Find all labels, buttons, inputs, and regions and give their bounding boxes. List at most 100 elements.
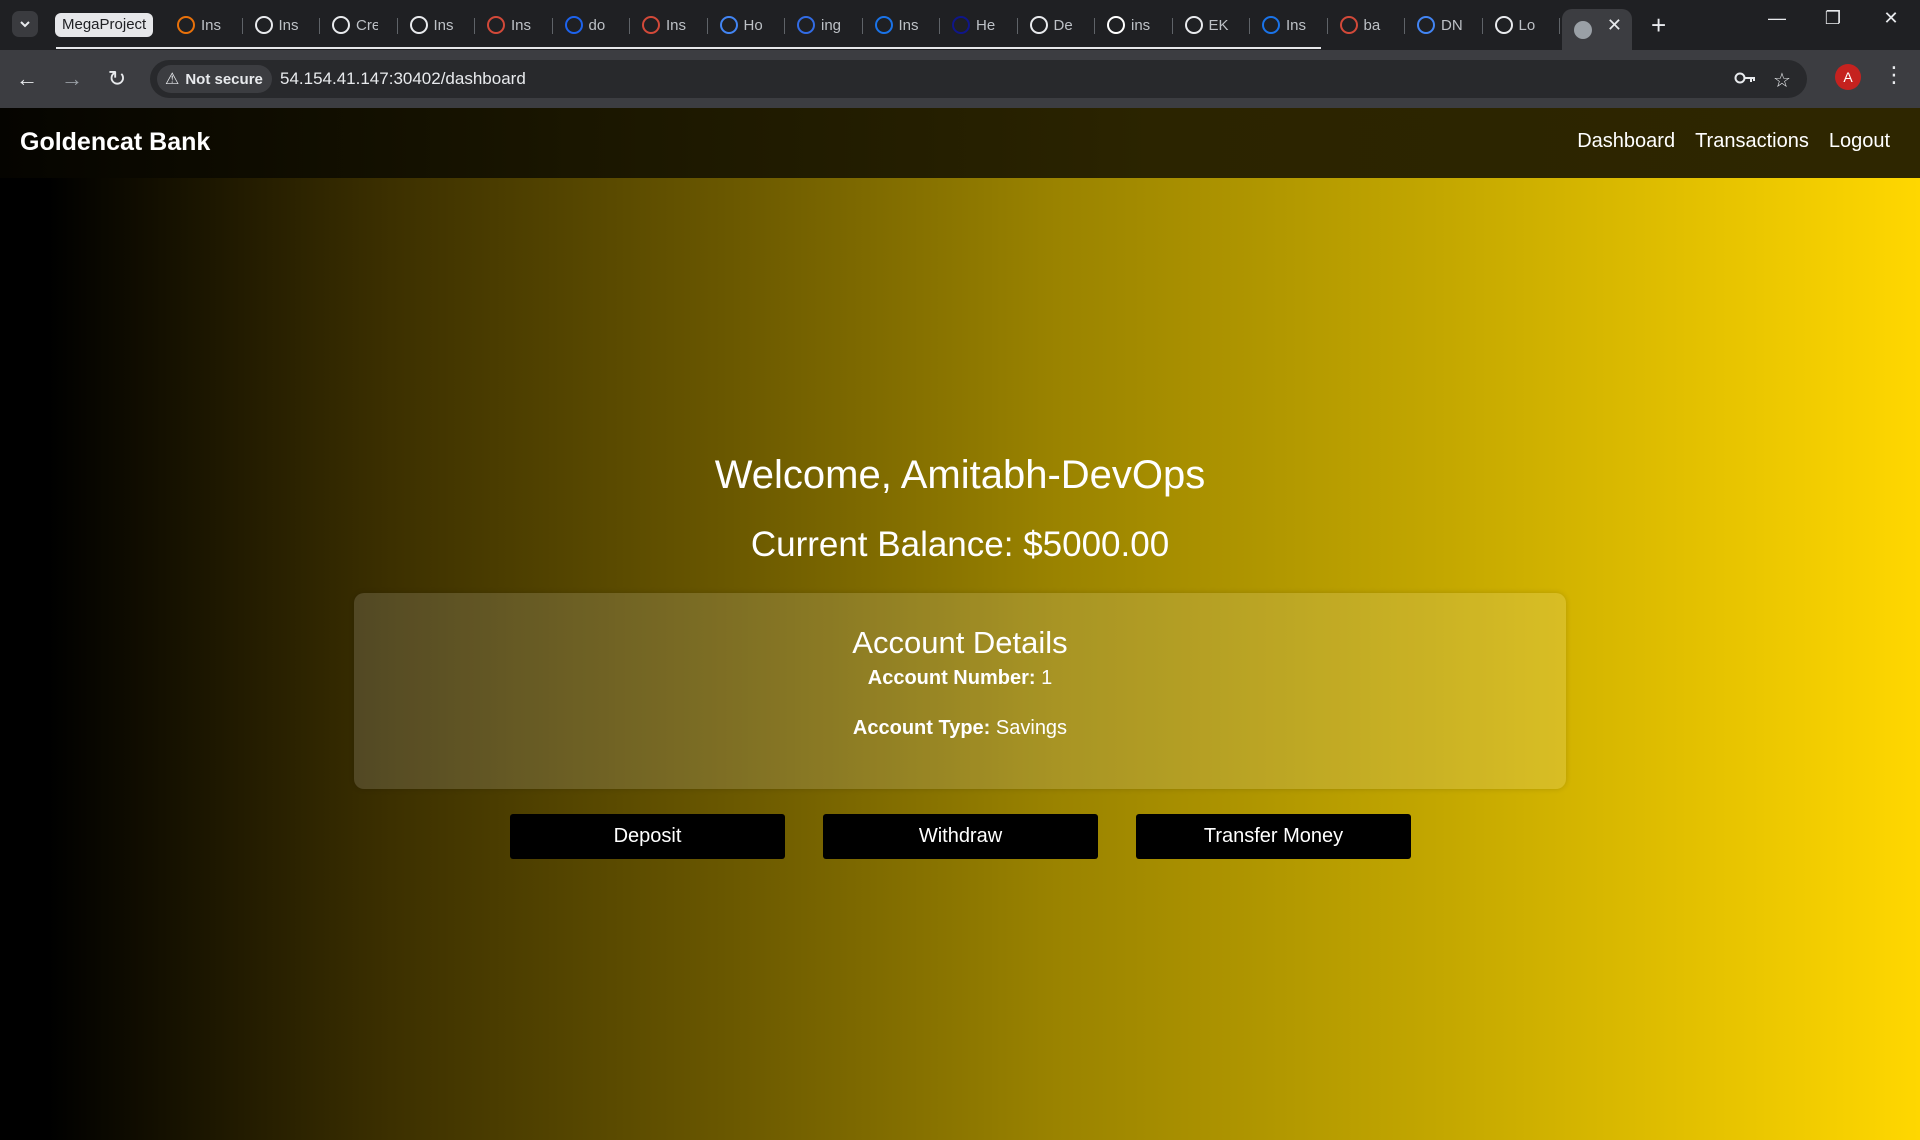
profile-avatar[interactable]: A bbox=[1835, 64, 1861, 90]
transfer-money-button[interactable]: Transfer Money bbox=[1136, 814, 1411, 859]
account-type-label: Account Type: bbox=[852, 717, 991, 739]
browser-tab[interactable]: He bbox=[940, 9, 1018, 41]
account-number-row: Account Number: 1 bbox=[354, 667, 1566, 690]
docker-icon bbox=[564, 16, 583, 34]
browser-tab[interactable]: ing bbox=[785, 9, 863, 41]
deposit-button[interactable]: Deposit bbox=[510, 814, 785, 859]
jenkins-icon bbox=[642, 16, 660, 34]
browser-tab-strip: MegaProject Ins Ins Cre Ins Ins do Ins Ho ing Ins… bbox=[0, 0, 1920, 50]
google-icon bbox=[1107, 16, 1125, 34]
browser-tab-title: Ins bbox=[1286, 16, 1307, 34]
browser-tab-title: Ho bbox=[743, 16, 763, 34]
browser-tab-title: Ins bbox=[278, 16, 299, 34]
brand-logo-text[interactable]: Goldencat Bank bbox=[20, 128, 210, 157]
browser-tab-title: De bbox=[1053, 16, 1073, 34]
browser-tab[interactable]: Ins bbox=[243, 9, 321, 41]
address-bar[interactable]: ⚠ Not secure 54.154.41.147:30402/dashboa… bbox=[150, 60, 1807, 98]
jenkins-icon bbox=[1339, 16, 1358, 34]
browser-tab[interactable]: do bbox=[553, 9, 631, 41]
browser-tab[interactable]: DN bbox=[1405, 9, 1483, 41]
browser-tab-title: EK bbox=[1208, 16, 1229, 34]
browser-tab-title: ba bbox=[1363, 16, 1381, 34]
download-icon bbox=[874, 16, 893, 34]
close-window-button[interactable]: ✕ bbox=[1863, 8, 1919, 29]
nav-links: Dashboard Transactions Logout bbox=[1577, 130, 1890, 153]
browser-tab[interactable]: ba bbox=[1328, 9, 1406, 41]
browser-toolbar: ← → ↻ ⚠ Not secure 54.154.41.147:30402/d… bbox=[0, 50, 1920, 108]
browser-tab[interactable]: Ins bbox=[863, 9, 941, 41]
nav-link-dashboard[interactable]: Dashboard bbox=[1577, 130, 1675, 153]
withdraw-button[interactable]: Withdraw bbox=[823, 814, 1098, 859]
browser-tab[interactable]: Ins bbox=[165, 9, 243, 41]
openai-icon bbox=[1184, 16, 1203, 34]
chevron-down-icon bbox=[20, 21, 30, 28]
browser-tab-title: Ins bbox=[666, 16, 687, 34]
password-key-icon[interactable] bbox=[1733, 68, 1757, 94]
hashicorp-icon bbox=[409, 16, 428, 34]
globe-icon bbox=[1574, 20, 1592, 39]
browser-tab[interactable]: Cre bbox=[320, 9, 398, 41]
browser-tab[interactable]: De bbox=[1018, 9, 1096, 41]
browser-tab-title: Ins bbox=[201, 16, 222, 34]
forward-button[interactable]: → bbox=[57, 66, 87, 92]
account-number-value: 1 bbox=[1041, 667, 1053, 689]
new-tab-button[interactable]: + bbox=[1651, 10, 1666, 40]
spiral-icon bbox=[1417, 16, 1435, 34]
browser-tab-title: Ins bbox=[511, 16, 532, 34]
browser-tab[interactable]: EK bbox=[1173, 9, 1251, 41]
tab-group-underline bbox=[56, 47, 1321, 49]
close-tab-icon[interactable]: ✕ bbox=[1607, 15, 1622, 36]
restore-button[interactable]: ❐ bbox=[1805, 8, 1861, 29]
jenkins-icon bbox=[487, 16, 505, 34]
account-details-title: Account Details bbox=[852, 625, 1068, 660]
helm-icon bbox=[952, 16, 970, 34]
browser-tab[interactable]: Ins bbox=[398, 9, 476, 41]
account-details-card: Account Details Account Number: 1 Accoun… bbox=[354, 593, 1566, 789]
current-balance: Current Balance: $5000.00 bbox=[750, 525, 1170, 564]
kubernetes-icon bbox=[797, 16, 815, 34]
browser-tab-title: Cre bbox=[356, 16, 378, 34]
browser-tab[interactable]: Lo bbox=[1483, 9, 1561, 41]
argo-icon bbox=[719, 16, 738, 34]
browser-tab-title: DN bbox=[1441, 16, 1463, 34]
browser-tab-title: He bbox=[976, 16, 996, 34]
account-number-label: Account Number: bbox=[867, 667, 1036, 689]
browser-tab-title: Lo bbox=[1518, 16, 1536, 34]
tab-list: Ins Ins Cre Ins Ins do Ins Ho ing Ins He De ins EK Ins… bbox=[165, 9, 1632, 50]
site-navbar: Goldencat Bank Dashboard Transactions Lo… bbox=[0, 108, 1920, 178]
reload-button[interactable]: ↻ bbox=[102, 66, 132, 92]
account-type-value: Savings bbox=[995, 717, 1068, 739]
globe-icon bbox=[1494, 16, 1513, 34]
openai-icon bbox=[254, 16, 273, 34]
bookmark-star-icon[interactable]: ☆ bbox=[1773, 68, 1791, 93]
browser-tab-title: ins bbox=[1131, 16, 1151, 34]
browser-tab[interactable]: Ho bbox=[708, 9, 786, 41]
welcome-heading: Welcome, Amitabh-DevOps bbox=[714, 453, 1206, 497]
browser-tab-title: do bbox=[588, 16, 606, 34]
tab-group-chip[interactable]: MegaProject bbox=[55, 13, 154, 37]
action-buttons: Deposit Withdraw Transfer Money bbox=[510, 814, 1411, 859]
tab-search-button[interactable] bbox=[12, 11, 38, 37]
security-label: Not secure bbox=[185, 70, 263, 88]
url-text[interactable]: 54.154.41.147:30402/dashboard bbox=[280, 69, 526, 89]
nav-link-transactions[interactable]: Transactions bbox=[1695, 130, 1809, 153]
browser-tab-active[interactable]: ✕ bbox=[1562, 9, 1632, 50]
instance-icon bbox=[177, 16, 195, 34]
openai-icon bbox=[332, 16, 350, 34]
github-icon bbox=[1029, 16, 1048, 34]
browser-tab[interactable]: ins bbox=[1095, 9, 1173, 41]
back-button[interactable]: ← bbox=[12, 66, 42, 92]
nav-link-logout[interactable]: Logout bbox=[1829, 130, 1890, 153]
browser-tab-title: Ins bbox=[433, 16, 454, 34]
browser-tab[interactable]: Ins bbox=[475, 9, 553, 41]
site-info-chip[interactable]: ⚠ Not secure bbox=[157, 65, 272, 93]
page-content: Goldencat Bank Dashboard Transactions Lo… bbox=[0, 108, 1920, 1140]
browser-tab-title: ing bbox=[821, 16, 842, 34]
browser-tab[interactable]: Ins bbox=[630, 9, 708, 41]
warning-icon: ⚠ bbox=[165, 71, 180, 88]
account-type-row: Account Type: Savings bbox=[354, 717, 1566, 740]
browser-menu-icon[interactable]: ⋮ bbox=[1883, 62, 1905, 88]
browser-tab-title: Ins bbox=[898, 16, 919, 34]
browser-tab[interactable]: Ins bbox=[1250, 9, 1328, 41]
minimize-button[interactable]: — bbox=[1749, 8, 1805, 29]
